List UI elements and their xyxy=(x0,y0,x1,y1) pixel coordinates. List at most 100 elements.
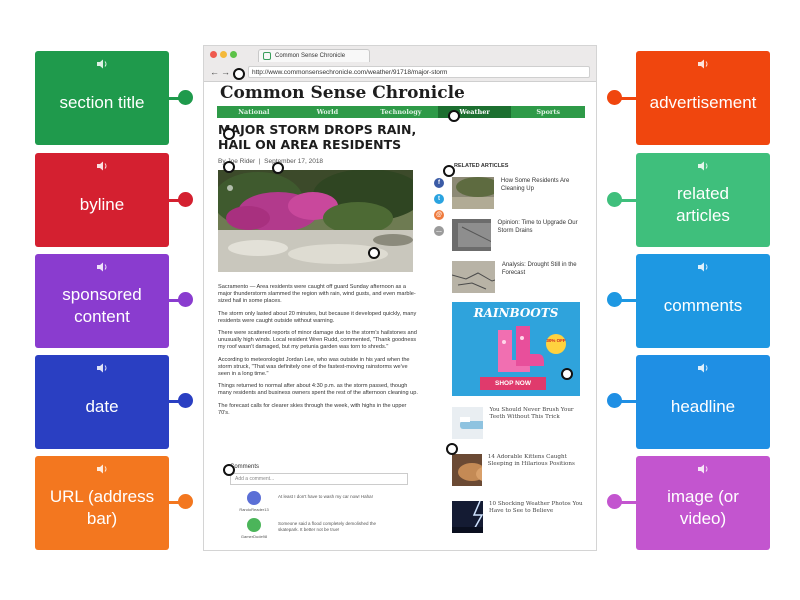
comment-text: Someone said a flood completely demolish… xyxy=(278,521,377,532)
connector-dot[interactable] xyxy=(178,393,193,408)
comment-input[interactable]: Add a comment... xyxy=(230,473,408,485)
connector-dot[interactable] xyxy=(178,494,193,509)
advertisement-banner[interactable]: RAINBOOTS 30% OFF SHOP NOW xyxy=(452,302,580,396)
related-title: Opinion: Time to Upgrade Our Storm Drain… xyxy=(497,220,578,234)
connector-dot[interactable] xyxy=(178,292,193,307)
label-byline[interactable]: byline xyxy=(35,153,169,247)
label-url[interactable]: URL (address bar) xyxy=(35,456,169,550)
article-paragraph: The storm only lasted about 20 minutes, … xyxy=(218,310,417,324)
connector-dot[interactable] xyxy=(607,192,622,207)
facebook-icon[interactable]: f xyxy=(434,178,444,188)
browser-tab[interactable]: Common Sense Chronicle xyxy=(258,49,370,62)
close-window-icon[interactable] xyxy=(210,51,217,58)
hotspot-image[interactable] xyxy=(368,247,380,259)
connector-dot[interactable] xyxy=(607,292,622,307)
hotspot-byline[interactable] xyxy=(223,161,235,173)
forward-button[interactable]: → xyxy=(221,64,230,80)
hotspot-headline[interactable] xyxy=(223,128,235,140)
related-article[interactable]: Analysis: Drought Still in the Forecast xyxy=(452,261,584,293)
comment-text: At least I don't have to wash my car now… xyxy=(278,494,373,499)
section-nav: National World Technology Weather Sports xyxy=(217,106,585,118)
label-text: related articles xyxy=(676,183,730,225)
connector-dot[interactable] xyxy=(178,192,193,207)
section-tab-world[interactable]: World xyxy=(291,106,365,118)
comment-user: RandoReader13 xyxy=(239,507,269,512)
section-tab-sports[interactable]: Sports xyxy=(511,106,585,118)
article-headline: MAJOR STORM DROPS RAIN, HAIL ON AREA RES… xyxy=(218,122,417,152)
hotspot-section-title[interactable] xyxy=(448,110,460,122)
label-related-articles[interactable]: related articles xyxy=(636,153,770,247)
related-thumbnail xyxy=(452,177,494,209)
label-sponsored-content[interactable]: sponsored content xyxy=(35,254,169,348)
back-button[interactable]: ← xyxy=(210,64,219,80)
related-title: How Some Residents Are Cleaning Up xyxy=(500,178,570,192)
label-text: URL (address bar) xyxy=(49,486,155,528)
sponsored-title: You Should Never Brush Your Teeth Withou… xyxy=(489,407,574,421)
more-icon[interactable]: … xyxy=(434,226,444,236)
related-article[interactable]: Opinion: Time to Upgrade Our Storm Drain… xyxy=(452,219,584,251)
hotspot-related[interactable] xyxy=(443,165,455,177)
avatar: GamerDude98 xyxy=(230,518,278,539)
speaker-icon xyxy=(96,56,108,72)
browser-chrome: Common Sense Chronicle ← → http://www.co… xyxy=(204,46,596,82)
article-paragraph: Sacramento — Area residents were caught … xyxy=(218,284,416,305)
comments-heading: Comments xyxy=(230,464,260,470)
browser-nav: ← → http://www.commonsensechronicle.com/… xyxy=(204,64,596,80)
twitter-icon[interactable]: t xyxy=(434,194,444,204)
address-bar[interactable]: http://www.commonsensechronicle.com/weat… xyxy=(248,66,590,78)
minimize-window-icon[interactable] xyxy=(220,51,227,58)
connector-dot[interactable] xyxy=(607,393,622,408)
browser-window: Common Sense Chronicle ← → http://www.co… xyxy=(203,45,597,551)
label-text: headline xyxy=(670,396,736,416)
connector-dot[interactable] xyxy=(607,494,622,509)
sponsored-thumbnail xyxy=(452,454,482,486)
related-heading: RELATED ARTICLES xyxy=(454,163,509,169)
hotspot-date[interactable] xyxy=(272,162,284,174)
discount-badge: 30% OFF xyxy=(546,334,566,354)
email-icon[interactable]: @ xyxy=(434,210,444,220)
maximize-window-icon[interactable] xyxy=(230,51,237,58)
tab-favicon-icon xyxy=(263,52,271,60)
comment-item: RandoReader13 At least I don't have to w… xyxy=(230,491,408,512)
label-advertisement[interactable]: advertisement xyxy=(636,51,770,145)
label-text: byline xyxy=(79,194,125,214)
related-title: Analysis: Drought Still in the Forecast xyxy=(501,262,577,276)
comment-item: GamerDude98 Someone said a flood complet… xyxy=(230,518,408,539)
label-text: date xyxy=(85,396,119,416)
label-headline[interactable]: headline xyxy=(636,355,770,449)
masthead: Common Sense Chronicle xyxy=(220,83,465,103)
shop-now-button[interactable]: SHOP NOW xyxy=(480,377,546,390)
speaker-icon xyxy=(697,360,709,376)
speaker-icon xyxy=(96,158,108,174)
sponsored-item[interactable]: You Should Never Brush Your Teeth Withou… xyxy=(452,407,584,443)
label-text: comments xyxy=(663,295,743,315)
label-date[interactable]: date xyxy=(35,355,169,449)
connector-dot[interactable] xyxy=(607,90,622,105)
hotspot-advertisement[interactable] xyxy=(561,368,573,380)
sponsored-item[interactable]: 10 Shocking Weather Photos You Have to S… xyxy=(452,501,584,537)
speaker-icon xyxy=(96,259,108,275)
sponsored-item[interactable]: 14 Adorable Kittens Caught Sleeping in H… xyxy=(452,454,584,490)
related-article[interactable]: How Some Residents Are Cleaning Up xyxy=(452,177,584,209)
related-thumbnail xyxy=(452,261,495,293)
speaker-icon xyxy=(697,259,709,275)
connector-dot[interactable] xyxy=(178,90,193,105)
hotspot-comments[interactable] xyxy=(223,464,235,476)
sponsored-title: 14 Adorable Kittens Caught Sleeping in H… xyxy=(487,454,575,468)
hotspot-sponsored[interactable] xyxy=(446,443,458,455)
label-image-or-video[interactable]: image (or video) xyxy=(636,456,770,550)
hotspot-url[interactable] xyxy=(233,68,245,80)
label-section-title[interactable]: section title xyxy=(35,51,169,145)
label-comments[interactable]: comments xyxy=(636,254,770,348)
label-text: section title xyxy=(59,92,145,112)
section-tab-national[interactable]: National xyxy=(217,106,291,118)
tab-title: Common Sense Chronicle xyxy=(275,53,346,59)
sponsored-thumbnail xyxy=(452,501,483,533)
avatar: RandoReader13 xyxy=(230,491,278,512)
section-tab-technology[interactable]: Technology xyxy=(364,106,438,118)
article-paragraph: There were scattered reports of minor da… xyxy=(218,330,417,351)
comment-user: GamerDude98 xyxy=(240,534,268,539)
related-thumbnail xyxy=(452,219,491,251)
speaker-icon xyxy=(697,158,709,174)
avatar-icon xyxy=(247,518,261,532)
